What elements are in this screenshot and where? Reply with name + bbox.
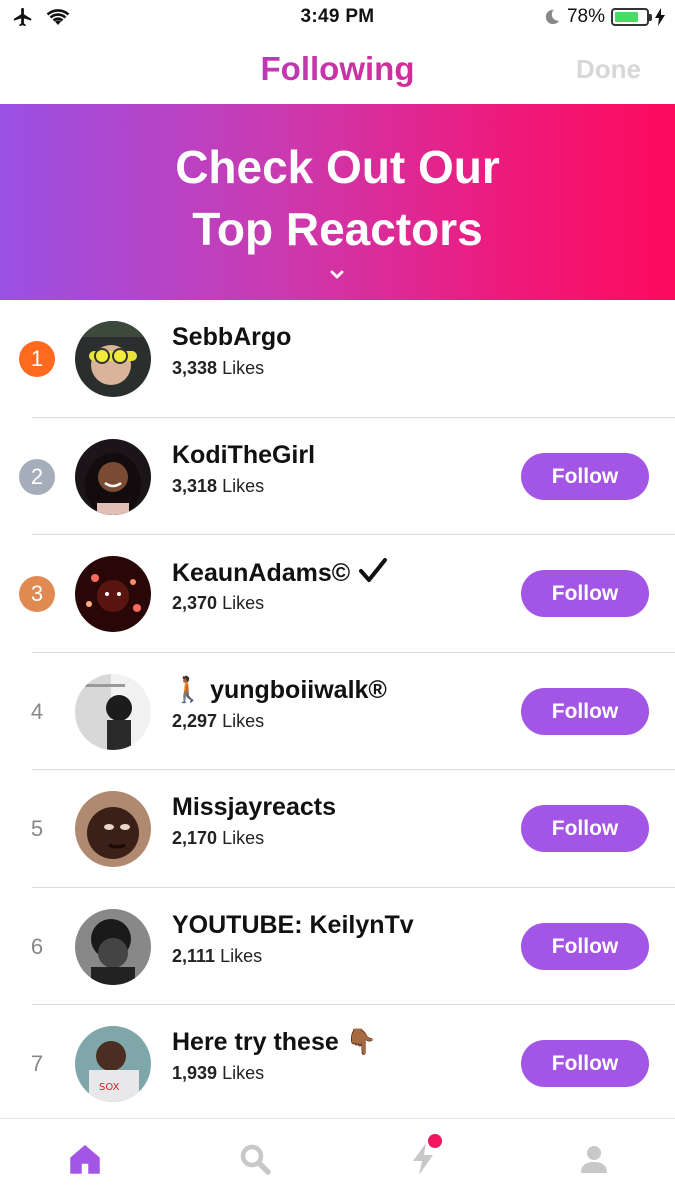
list-item[interactable]: 6 YOUTUBE: KeilynTv 2,111 Likes Follow	[0, 888, 675, 1005]
username[interactable]: 🚶🏾 yungboiiwalk®	[172, 676, 387, 705]
reactor-list: 1 SebbArgo 3,338 Likes 2 KodiTheGirl 3,3…	[0, 300, 675, 1123]
avatar[interactable]: SOX	[75, 1026, 151, 1102]
likes-count: 2,370 Likes	[172, 593, 265, 613]
tab-home[interactable]	[67, 1141, 103, 1177]
avatar[interactable]	[75, 908, 151, 985]
nav-bar: Following Done	[0, 36, 675, 104]
likes-count: 2,111 Likes	[172, 945, 263, 966]
tab-search[interactable]	[237, 1141, 273, 1177]
chevron-down-icon[interactable]	[329, 267, 345, 283]
avatar[interactable]	[75, 791, 151, 867]
tab-bar	[0, 1118, 675, 1200]
follow-button[interactable]: Follow	[521, 922, 649, 970]
avatar[interactable]	[75, 556, 151, 632]
list-item[interactable]: 1 SebbArgo 3,338 Likes	[0, 300, 675, 418]
notification-dot	[428, 1134, 442, 1148]
rank-badge: 2	[19, 458, 55, 495]
checkmark-icon	[359, 558, 388, 582]
charging-icon	[655, 8, 665, 26]
svg-text:SOX: SOX	[99, 1082, 120, 1093]
rank-number: 4	[30, 698, 44, 724]
username[interactable]: Here try these 👇🏾	[172, 1028, 377, 1057]
search-icon	[240, 1144, 271, 1175]
list-item[interactable]: 2 KodiTheGirl 3,318 Likes Follow	[0, 418, 675, 535]
rank-number: 6	[30, 933, 44, 959]
list-item[interactable]: 7 SOX Here try these 👇🏾 1,939 Likes Foll…	[0, 1005, 675, 1123]
page-title: Following	[0, 50, 675, 88]
status-right: 78%	[543, 6, 665, 28]
tab-profile[interactable]	[576, 1141, 612, 1177]
list-item[interactable]: 5 Missjayreacts 2,170 Likes Follow	[0, 770, 675, 888]
follow-button[interactable]: Follow	[521, 1040, 649, 1087]
battery-icon	[611, 8, 652, 26]
username[interactable]: Missjayreacts	[172, 793, 336, 822]
status-bar: 3:49 PM 78%	[0, 0, 675, 36]
rank-badge: 3	[19, 576, 55, 612]
username[interactable]: KodiTheGirl	[172, 441, 315, 470]
moon-icon	[545, 9, 560, 25]
list-item[interactable]: 3 KeaunAdams© 2,370 Likes Follow	[0, 535, 675, 653]
follow-button[interactable]: Follow	[521, 452, 649, 500]
likes-count: 3,338 Likes	[172, 358, 265, 378]
done-button[interactable]: Done	[576, 54, 641, 85]
likes-count: 3,318 Likes	[172, 475, 265, 496]
likes-count: 1,939 Likes	[172, 1063, 265, 1083]
home-icon	[70, 1145, 100, 1174]
likes-count: 2,297 Likes	[172, 710, 265, 731]
avatar[interactable]	[75, 438, 151, 515]
likes-count: 2,170 Likes	[172, 828, 265, 848]
banner-title-line-2: Top Reactors	[192, 203, 483, 255]
battery-percent: 78%	[566, 6, 605, 27]
follow-button[interactable]: Follow	[521, 805, 649, 852]
rank-number: 5	[30, 816, 44, 841]
list-item[interactable]: 4 🚶🏾 yungboiiwalk® 2,297 Likes Follow	[0, 653, 675, 770]
username[interactable]: SebbArgo	[172, 323, 291, 352]
avatar[interactable]	[75, 673, 151, 750]
rank-number: 7	[30, 1051, 44, 1076]
banner-title-line-1: Check Out Our	[175, 141, 500, 193]
follow-button[interactable]: Follow	[521, 687, 649, 735]
username[interactable]: KeaunAdams©	[172, 558, 388, 588]
profile-icon	[581, 1146, 607, 1173]
top-reactors-banner[interactable]: Check Out Our Top Reactors	[0, 104, 675, 300]
username[interactable]: YOUTUBE: KeilynTv	[172, 911, 414, 940]
follow-button[interactable]: Follow	[521, 570, 649, 617]
rank-badge: 1	[19, 341, 55, 377]
avatar[interactable]	[75, 321, 151, 397]
